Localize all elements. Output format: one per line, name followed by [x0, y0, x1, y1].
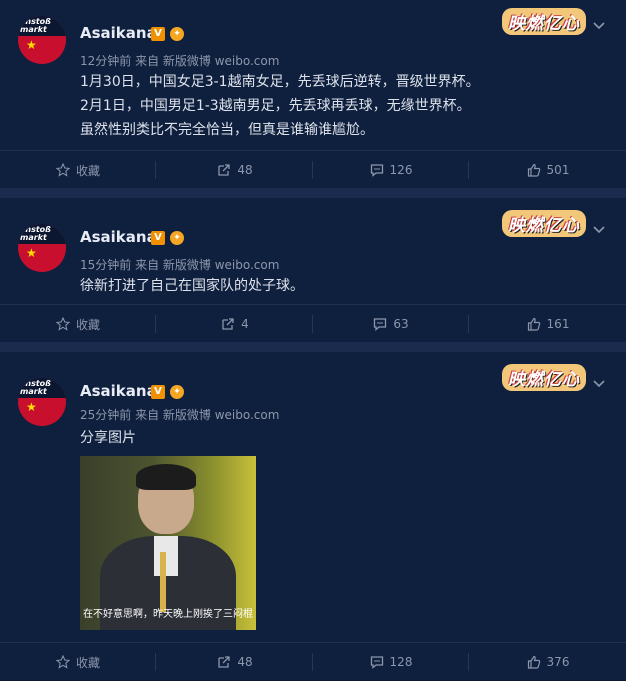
action-bar: 收藏 48 126 501	[0, 150, 626, 189]
avatar[interactable]: anstoß markt ★	[18, 224, 66, 272]
repost-icon	[218, 164, 231, 176]
star-outline-icon	[55, 655, 70, 669]
action-bar: 收藏 4 63 161	[0, 304, 626, 343]
comment-button[interactable]: 128	[313, 643, 469, 681]
image-caption: 在不好意思啊，昨天晚上刚挨了三闷棍	[83, 609, 253, 620]
comment-button[interactable]: 63	[313, 305, 469, 343]
microphone-icon	[160, 552, 166, 612]
title-badge: 映燃亿心	[502, 8, 586, 35]
comment-icon	[370, 656, 383, 669]
star-outline-icon	[55, 317, 70, 331]
post-meta: 25分钟前 来自 新版微博 weibo.com	[80, 408, 280, 422]
repost-icon	[222, 318, 234, 330]
comment-button[interactable]: 126	[313, 151, 469, 189]
post-card-3: anstoß markt ★ Asaikana V ✦ 映燃亿心 25分钟前 来…	[0, 352, 626, 680]
post-separator	[0, 188, 626, 198]
post-card-1: anstoß markt ★ Asaikana V ✦ 映燃亿心 12分钟前 来…	[0, 0, 626, 188]
comment-icon	[370, 164, 383, 177]
username[interactable]: Asaikana	[80, 24, 157, 42]
title-badge: 映燃亿心	[502, 364, 586, 391]
like-button[interactable]: 501	[470, 151, 626, 189]
like-button[interactable]: 376	[470, 643, 626, 681]
star-icon: ★	[26, 400, 37, 414]
verified-badge-icon: V	[151, 385, 165, 399]
verified-badge-icon: V	[151, 27, 165, 41]
avatar[interactable]: anstoß markt ★	[18, 16, 66, 64]
like-button[interactable]: 161	[470, 305, 626, 343]
thumbs-up-icon	[527, 317, 540, 331]
post-line: 2月1日，中国男足1-3越南男足，先丢球再丢球，无缘世界杯。	[80, 98, 471, 114]
thumbs-up-icon	[527, 163, 540, 177]
post-meta: 15分钟前 来自 新版微博 weibo.com	[80, 258, 280, 272]
medal-icon: ✦	[170, 231, 184, 245]
star-icon: ★	[26, 38, 37, 52]
favorite-button[interactable]: 收藏	[0, 305, 156, 343]
medal-icon: ✦	[170, 385, 184, 399]
avatar[interactable]: anstoß markt ★	[18, 378, 66, 426]
post-line: 虽然性别类比不完全恰当，但真是谁输谁尴尬。	[80, 122, 374, 138]
post-line: 分享图片	[80, 430, 136, 446]
chevron-down-icon[interactable]	[592, 222, 606, 236]
favorite-button[interactable]: 收藏	[0, 151, 156, 189]
star-outline-icon	[55, 163, 70, 177]
post-meta: 12分钟前 来自 新版微博 weibo.com	[80, 54, 280, 68]
repost-button[interactable]: 48	[157, 643, 313, 681]
repost-button[interactable]: 48	[157, 151, 313, 189]
thumbs-up-icon	[527, 655, 540, 669]
chevron-down-icon[interactable]	[592, 376, 606, 390]
post-card-2: anstoß markt ★ Asaikana V ✦ 映燃亿心 15分钟前 来…	[0, 198, 626, 342]
username[interactable]: Asaikana	[80, 382, 157, 400]
post-separator	[0, 342, 626, 352]
favorite-button[interactable]: 收藏	[0, 643, 156, 681]
post-line: 1月30日，中国女足3-1越南女足，先丢球后逆转，晋级世界杯。	[80, 74, 480, 90]
verified-badge-icon: V	[151, 231, 165, 245]
repost-button[interactable]: 4	[157, 305, 313, 343]
chevron-down-icon[interactable]	[592, 18, 606, 32]
star-icon: ★	[26, 246, 37, 260]
title-badge: 映燃亿心	[502, 210, 586, 237]
post-image[interactable]: 在不好意思啊，昨天晚上刚挨了三闷棍	[80, 456, 256, 630]
post-line: 徐新打进了自己在国家队的处子球。	[80, 278, 304, 294]
username[interactable]: Asaikana	[80, 228, 157, 246]
medal-icon: ✦	[170, 27, 184, 41]
comment-icon	[374, 318, 387, 331]
action-bar: 收藏 48 128 376	[0, 642, 626, 681]
repost-icon	[218, 656, 231, 668]
